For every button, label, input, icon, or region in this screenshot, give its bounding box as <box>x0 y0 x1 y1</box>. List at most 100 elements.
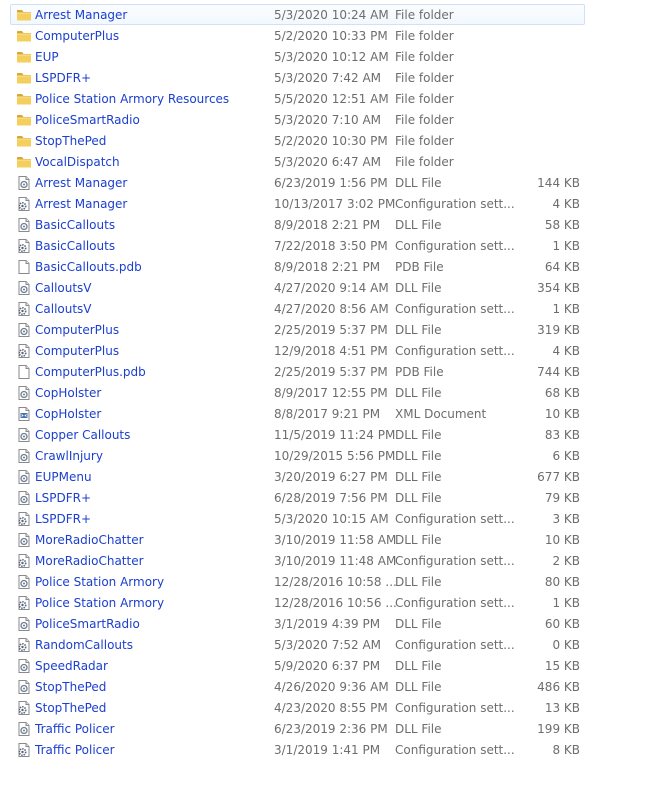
file-date-modified: 12/9/2018 4:51 PM <box>274 344 388 358</box>
config-file-icon <box>16 553 32 569</box>
file-name: StopThePed <box>35 680 107 694</box>
file-name: Arrest Manager <box>35 8 128 22</box>
file-row[interactable]: LSPDFR+ 6/28/2019 7:56 PM DLL File 79 KB <box>10 487 585 508</box>
file-row[interactable]: BasicCallouts.pdb 8/9/2018 2:21 PM PDB Fil… <box>10 256 585 277</box>
file-row[interactable]: RandomCallouts 5/3/2020 7:52 AM Configurat… <box>10 634 585 655</box>
config-file-icon <box>16 301 32 317</box>
file-row[interactable]: LSPDFR+ 5/3/2020 10:15 AM Configuration se… <box>10 508 585 529</box>
file-date-modified: 10/29/2015 5:56 PM <box>274 449 396 463</box>
file-name: StopThePed <box>35 134 107 148</box>
config-file-icon <box>16 637 32 653</box>
file-date-modified: 4/27/2020 8:56 AM <box>274 302 389 316</box>
file-date-modified: 2/25/2019 5:37 PM <box>274 365 388 379</box>
file-row[interactable]: StopThePed 4/23/2020 8:55 PM Configuration… <box>10 697 585 718</box>
file-name: MoreRadioChatter <box>35 554 144 568</box>
file-row[interactable]: CopHolster 8/9/2017 12:55 PM DLL File 68 KB <box>10 382 585 403</box>
file-type: DLL File <box>395 470 442 484</box>
file-row[interactable]: LSPDFR+ 5/3/2020 7:42 AM File folder <box>10 67 585 88</box>
file-name: CopHolster <box>35 386 102 400</box>
file-type: File folder <box>395 92 454 106</box>
file-size: 677 KB <box>537 470 580 484</box>
file-size: 4 KB <box>552 197 580 211</box>
file-row[interactable]: ComputerPlus 2/25/2019 5:37 PM DLL File 319… <box>10 319 585 340</box>
file-row[interactable]: CrawlInjury 10/29/2015 5:56 PM DLL File 6 K… <box>10 445 585 466</box>
file-row[interactable]: ComputerPlus.pdb 2/25/2019 5:37 PM PDB Fil… <box>10 361 585 382</box>
file-size: 79 KB <box>544 491 580 505</box>
file-name: BasicCallouts <box>35 218 116 232</box>
file-date-modified: 3/10/2019 11:48 AM <box>274 554 397 568</box>
file-row[interactable]: PoliceSmartRadio 3/1/2019 4:39 PM DLL File… <box>10 613 585 634</box>
file-size: 3 KB <box>552 512 580 526</box>
file-date-modified: 10/13/2017 3:02 PM <box>274 197 396 211</box>
file-type: PDB File <box>395 260 444 274</box>
file-row[interactable]: CalloutsV 4/27/2020 8:56 AM Configuration … <box>10 298 585 319</box>
file-date-modified: 4/27/2020 9:14 AM <box>274 281 389 295</box>
file-name: LSPDFR+ <box>35 491 92 505</box>
file-row[interactable]: CopHolster 8/8/2017 9:21 PM XML Document 10… <box>10 403 585 424</box>
file-row[interactable]: CalloutsV 4/27/2020 9:14 AM DLL File 354 KB <box>10 277 585 298</box>
file-row[interactable]: VocalDispatch 5/3/2020 6:47 AM File folder <box>10 151 585 172</box>
file-row[interactable]: BasicCallouts 7/22/2018 3:50 PM Configurat… <box>10 235 585 256</box>
file-size: 1 KB <box>552 302 580 316</box>
file-type: File folder <box>395 50 454 64</box>
file-date-modified: 5/3/2020 7:52 AM <box>274 638 382 652</box>
config-file-icon <box>16 196 32 212</box>
file-row[interactable]: Traffic Policer 3/1/2019 1:41 PM Configura… <box>10 739 585 760</box>
file-row[interactable]: Arrest Manager 10/13/2017 3:02 PM Configur… <box>10 193 585 214</box>
file-type: Configuration sett... <box>395 344 515 358</box>
file-row[interactable]: EUPMenu 3/20/2019 6:27 PM DLL File 677 KB <box>10 466 585 487</box>
file-name: Police Station Armory Resources <box>35 92 230 106</box>
file-row[interactable]: PoliceSmartRadio 5/3/2020 7:10 AM File fol… <box>10 109 585 130</box>
file-name: Police Station Armory <box>35 596 165 610</box>
file-row[interactable]: StopThePed 5/2/2020 10:30 PM File folder <box>10 130 585 151</box>
file-name: CalloutsV <box>35 281 92 295</box>
file-row[interactable]: MoreRadioChatter 3/10/2019 11:58 AM DLL Fi… <box>10 529 585 550</box>
folder-icon <box>16 7 32 23</box>
file-size: 10 KB <box>544 407 580 421</box>
file-name: SpeedRadar <box>35 659 108 673</box>
file-date-modified: 5/3/2020 7:42 AM <box>274 71 382 85</box>
file-row[interactable]: Arrest Manager 5/3/2020 10:24 AM File fold… <box>10 4 585 25</box>
folder-icon <box>16 133 32 149</box>
file-date-modified: 5/2/2020 10:33 PM <box>274 29 388 43</box>
file-size: 0 KB <box>552 638 580 652</box>
file-name: CalloutsV <box>35 302 92 316</box>
file-name: RandomCallouts <box>35 638 133 652</box>
file-type: Configuration sett... <box>395 554 515 568</box>
file-date-modified: 12/28/2016 10:56 ... <box>274 596 397 610</box>
file-row[interactable]: SpeedRadar 5/9/2020 6:37 PM DLL File 15 KB <box>10 655 585 676</box>
file-row[interactable]: ComputerPlus 5/2/2020 10:33 PM File folder <box>10 25 585 46</box>
file-row[interactable]: Copper Callouts 11/5/2019 11:24 PM DLL Fil… <box>10 424 585 445</box>
file-date-modified: 12/28/2016 10:58 ... <box>274 575 397 589</box>
file-row[interactable]: EUP 5/3/2020 10:12 AM File folder <box>10 46 585 67</box>
file-name: EUP <box>35 50 59 64</box>
file-type: XML Document <box>395 407 487 421</box>
file-row[interactable]: Police Station Armory 12/28/2016 10:56 ..… <box>10 592 585 613</box>
file-row[interactable]: ComputerPlus 12/9/2018 4:51 PM Configurati… <box>10 340 585 361</box>
file-type: File folder <box>395 113 454 127</box>
file-size: 2 KB <box>552 554 580 568</box>
file-row[interactable]: Arrest Manager 6/23/2019 1:56 PM DLL File 1… <box>10 172 585 193</box>
file-name: PoliceSmartRadio <box>35 113 140 127</box>
file-row[interactable]: Police Station Armory Resources 5/5/2020 … <box>10 88 585 109</box>
file-name: BasicCallouts <box>35 239 116 253</box>
file-row[interactable]: BasicCallouts 8/9/2018 2:21 PM DLL File 58 … <box>10 214 585 235</box>
file-name: Arrest Manager <box>35 176 128 190</box>
file-size: 4 KB <box>552 344 580 358</box>
blank-file-icon <box>16 259 32 275</box>
file-date-modified: 3/1/2019 1:41 PM <box>274 743 381 757</box>
file-name: CopHolster <box>35 407 102 421</box>
file-name: ComputerPlus <box>35 29 120 43</box>
file-row[interactable]: Traffic Policer 6/23/2019 2:36 PM DLL File… <box>10 718 585 739</box>
folder-icon <box>16 49 32 65</box>
file-row[interactable]: MoreRadioChatter 3/10/2019 11:48 AM Config… <box>10 550 585 571</box>
file-type: File folder <box>395 134 454 148</box>
file-list: Arrest Manager 5/3/2020 10:24 AM File fold… <box>10 4 585 760</box>
file-type: DLL File <box>395 323 442 337</box>
file-size: 144 KB <box>537 176 580 190</box>
file-row[interactable]: Police Station Armory 12/28/2016 10:58 ..… <box>10 571 585 592</box>
file-row[interactable]: StopThePed 4/26/2020 9:36 AM DLL File 486 K… <box>10 676 585 697</box>
config-file-icon <box>16 511 32 527</box>
file-name: StopThePed <box>35 701 107 715</box>
file-type: DLL File <box>395 575 442 589</box>
